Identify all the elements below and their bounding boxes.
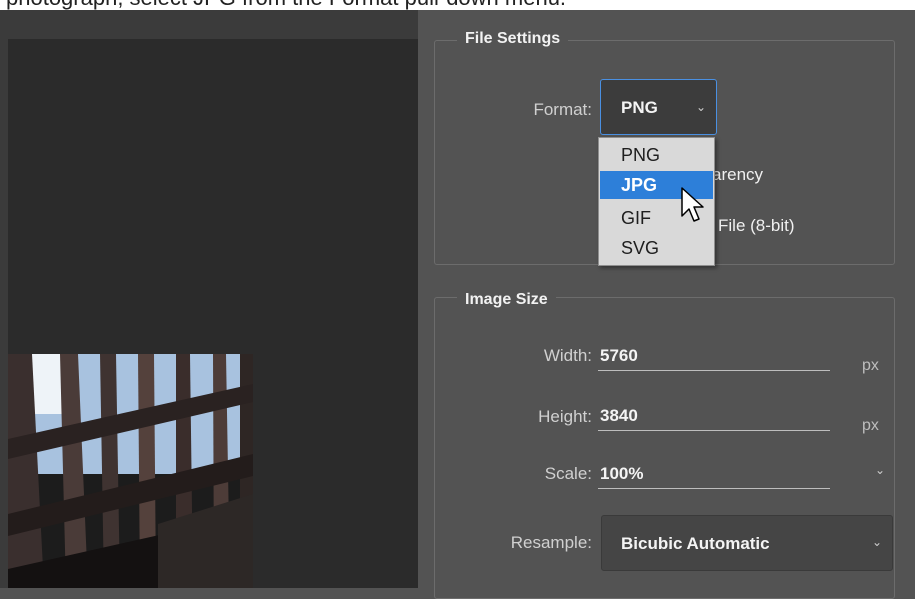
preview-photo [8,354,253,588]
file-settings-title: File Settings [457,28,569,50]
chevron-down-icon: ⌄ [872,535,883,549]
scale-field[interactable]: 100% [598,462,830,489]
format-label: Format: [533,100,592,119]
height-label: Height: [538,407,592,426]
height-unit: px [862,417,879,434]
format-option-png[interactable]: PNG [600,141,713,169]
scale-value: 100% [600,464,644,483]
width-field[interactable]: 5760 [598,344,830,371]
pointer-cursor-icon [680,186,706,226]
resample-dropdown[interactable]: Bicubic Automatic ⌄ [601,515,893,571]
format-dropdown[interactable]: PNG ⌄ [600,79,717,135]
format-selected-value: PNG [621,98,658,117]
scale-label: Scale: [544,464,592,483]
instruction-caption: photograph, select JPG from the Format p… [0,0,915,10]
width-label: Width: [543,346,592,365]
format-option-svg[interactable]: SVG [600,234,713,262]
transparency-option-label: arency [712,165,764,184]
chevron-down-icon: ⌄ [696,100,707,114]
resample-selected-value: Bicubic Automatic [621,534,770,553]
smaller-file-option-label: File (8-bit) [718,216,795,235]
height-field[interactable]: 3840 [598,404,830,431]
scale-chevron-down-icon[interactable]: ⌄ [875,463,885,477]
height-value: 3840 [600,406,638,425]
resample-label: Resample: [510,533,592,552]
width-value: 5760 [600,346,638,365]
image-size-title: Image Size [457,289,556,311]
width-unit: px [862,357,879,374]
